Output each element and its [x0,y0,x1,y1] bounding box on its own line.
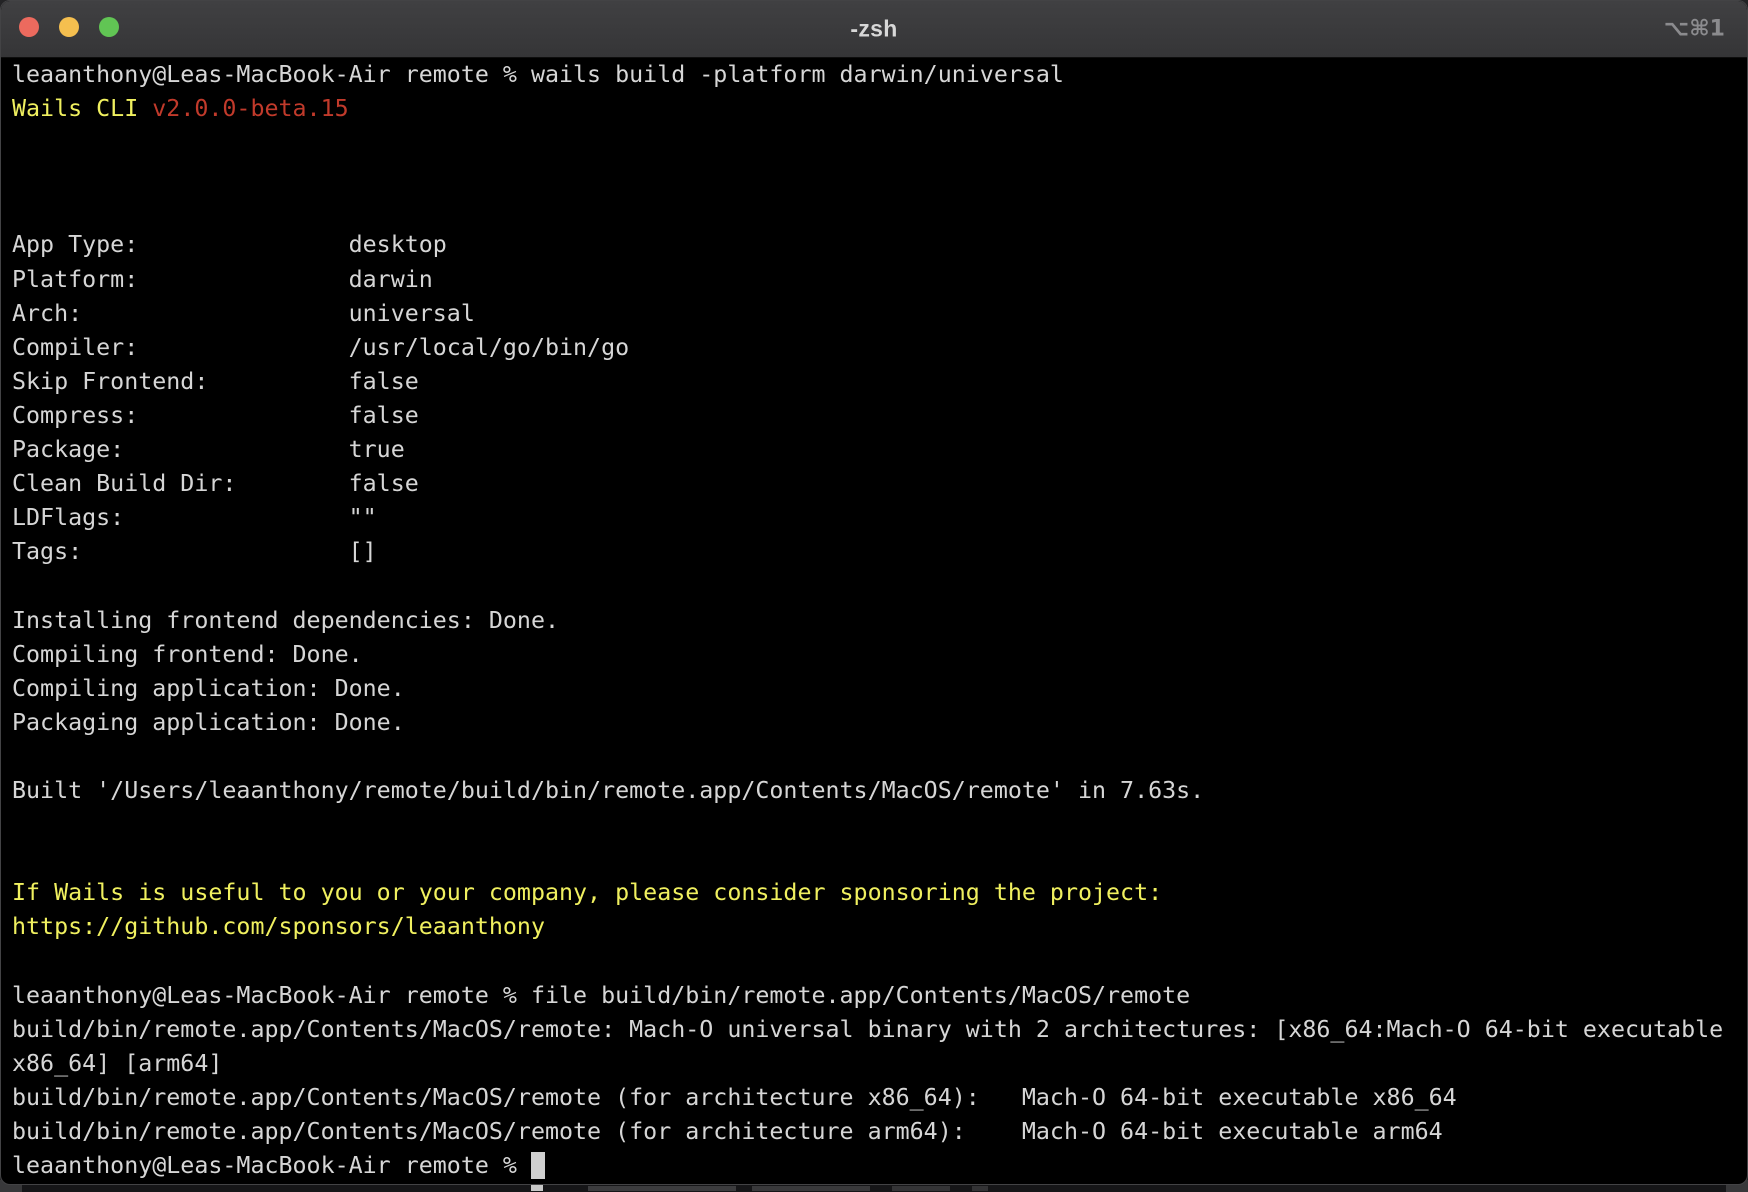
terminal-text: Platform: darwin [12,266,433,293]
terminal-text: build/bin/remote.app/Contents/MacOS/remo… [12,1016,1723,1043]
terminal-text: App Type: desktop [12,231,447,258]
terminal-line: Wails CLI v2.0.0-beta.15 [12,95,1747,129]
terminal-text: Built '/Users/leaanthony/remote/build/bi… [12,777,1204,804]
terminal-line: build/bin/remote.app/Contents/MacOS/remo… [12,1118,1747,1152]
terminal-line [12,572,1747,606]
tab-shortcut-label: ⌥⌘1 [1664,17,1725,42]
terminal-text: v2.0.0-beta.15 [152,95,348,122]
terminal-text: Clean Build Dir: false [12,470,419,497]
terminal-line: https://github.com/sponsors/leaanthony [12,913,1747,947]
terminal-output[interactable]: leaanthony@Leas-MacBook-Air remote % wai… [1,58,1747,1185]
terminal-line: Compiling application: Done. [12,675,1747,709]
terminal-text: LDFlags: "" [12,504,377,531]
terminal-line: Installing frontend dependencies: Done. [12,607,1747,641]
terminal-text: https://github.com/sponsors/leaanthony [12,913,545,940]
background-window-fragment [752,1186,870,1191]
terminal-line: Compress: false [12,402,1747,436]
terminal-line [12,845,1747,879]
terminal-line: Platform: darwin [12,266,1747,300]
terminal-text: leaanthony@Leas-MacBook-Air remote % [12,1152,531,1179]
terminal-line [12,811,1747,845]
terminal-text: Package: true [12,436,405,463]
terminal-line: Clean Build Dir: false [12,470,1747,504]
background-window-fragment [588,1186,736,1191]
terminal-line: Skip Frontend: false [12,368,1747,402]
terminal-line: App Type: desktop [12,231,1747,265]
terminal-line: x86_64] [arm64] [12,1050,1747,1084]
background-window-fragment [892,1186,950,1191]
terminal-line: leaanthony@Leas-MacBook-Air remote % [12,1152,1747,1185]
terminal-text: Installing frontend dependencies: Done. [12,607,559,634]
background-window-fragment [972,1186,988,1191]
terminal-text: leaanthony@Leas-MacBook-Air remote % wai… [12,61,1064,88]
terminal-text: build/bin/remote.app/Contents/MacOS/remo… [12,1118,1443,1145]
terminal-line: Compiler: /usr/local/go/bin/go [12,334,1747,368]
terminal-line [12,129,1747,163]
terminal-line: If Wails is useful to you or your compan… [12,879,1747,913]
terminal-text: Tags: [] [12,538,377,565]
terminal-text: Compiler: /usr/local/go/bin/go [12,334,629,361]
terminal-line [12,947,1747,981]
terminal-text: Compress: false [12,402,419,429]
terminal-line [12,163,1747,197]
terminal-text: Skip Frontend: false [12,368,419,395]
background-window-fragment [531,1185,543,1191]
terminal-line: Built '/Users/leaanthony/remote/build/bi… [12,777,1747,811]
terminal-text: Compiling frontend: Done. [12,641,363,668]
terminal-text: x86_64] [arm64] [12,1050,222,1077]
titlebar[interactable]: -zsh ⌥⌘1 [1,1,1747,58]
terminal-text: leaanthony@Leas-MacBook-Air remote % fil… [12,982,1190,1009]
window-title: -zsh [1,16,1747,43]
terminal-text: Compiling application: Done. [12,675,405,702]
terminal-text: Arch: universal [12,300,475,327]
terminal-text: build/bin/remote.app/Contents/MacOS/remo… [12,1084,1457,1111]
terminal-line: LDFlags: "" [12,504,1747,538]
terminal-window: -zsh ⌥⌘1 leaanthony@Leas-MacBook-Air rem… [0,0,1748,1185]
terminal-cursor [531,1152,545,1179]
terminal-line: Packaging application: Done. [12,709,1747,743]
terminal-text: If Wails is useful to you or your compan… [12,879,1162,906]
terminal-line [12,743,1747,777]
terminal-text: Packaging application: Done. [12,709,405,736]
terminal-line: build/bin/remote.app/Contents/MacOS/remo… [12,1016,1747,1050]
terminal-line: Package: true [12,436,1747,470]
terminal-line: leaanthony@Leas-MacBook-Air remote % fil… [12,982,1747,1016]
terminal-line: Tags: [] [12,538,1747,572]
terminal-text: Wails CLI [12,95,152,122]
terminal-line: Compiling frontend: Done. [12,641,1747,675]
terminal-line: Arch: universal [12,300,1747,334]
terminal-line: build/bin/remote.app/Contents/MacOS/remo… [12,1084,1747,1118]
terminal-line: leaanthony@Leas-MacBook-Air remote % wai… [12,61,1747,95]
terminal-line [12,197,1747,231]
